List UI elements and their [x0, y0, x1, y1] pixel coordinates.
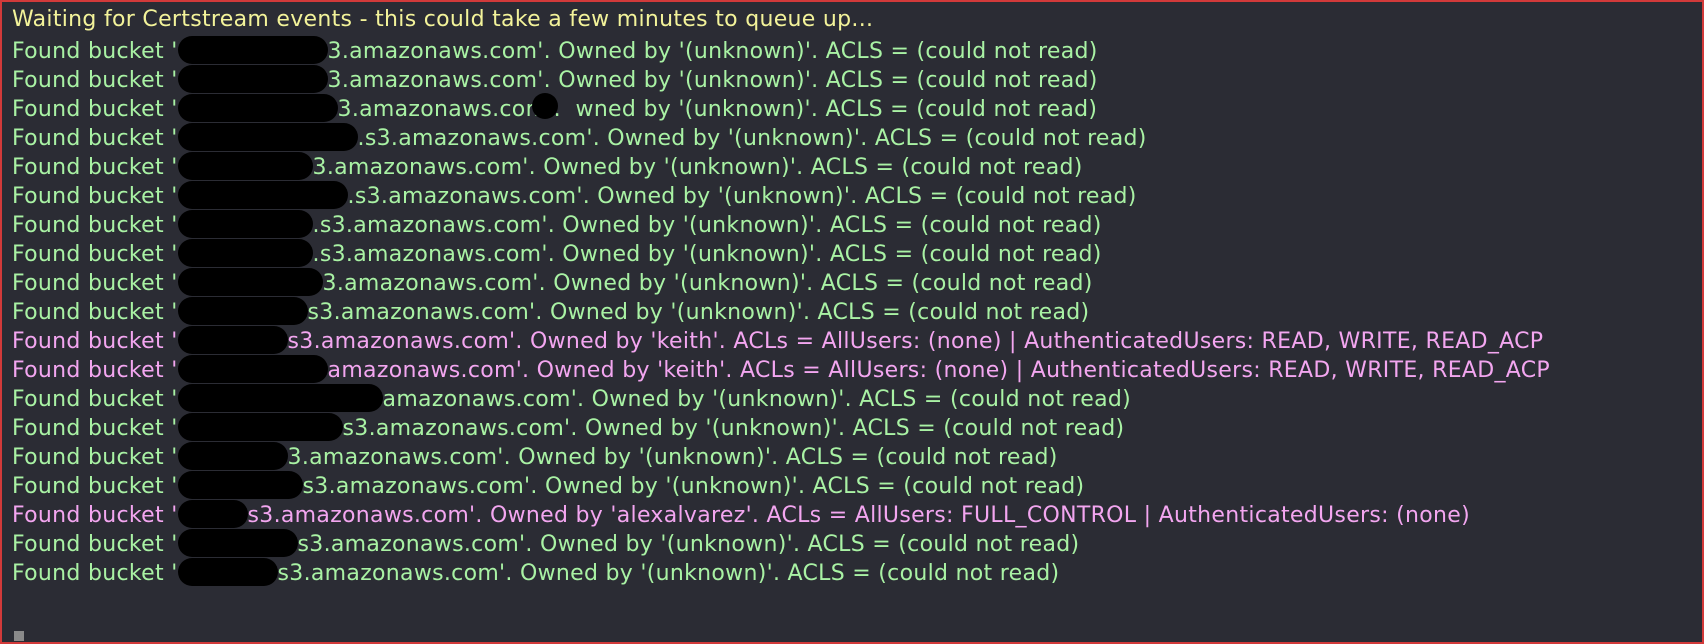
redacted-bucket-name — [177, 296, 308, 325]
log-line: Found bucket ' 3.amazonaws.com'. Owned by… — [12, 267, 1093, 300]
redacted-bucket-name — [177, 557, 278, 586]
log-line: Found bucket ' s3.amazonaws.com'. Owned b… — [12, 528, 1080, 561]
log-line-prefix: Found bucket ' — [12, 67, 178, 93]
log-line-prefix: Found bucket ' — [12, 386, 178, 412]
log-line: Found bucket ' s3.amazonaws.com'. Owned b… — [12, 325, 1544, 358]
log-line: Found bucket ' .s3.amazonaws.com'. Owned … — [12, 209, 1102, 242]
redacted-bucket-name — [177, 441, 288, 470]
log-line: Found bucket ' 3.amazonaws.com'. Owned by… — [12, 151, 1083, 184]
log-line: Found bucket ' 3.amazonaws.com'. Owned by… — [12, 441, 1058, 474]
redaction-blob — [532, 93, 558, 119]
redacted-bucket-name — [177, 412, 343, 441]
log-line-suffix: s3.amazonaws.com'. Owned by '(unknown)'.… — [277, 560, 1060, 586]
log-line-suffix: s3.amazonaws.com'. Owned by '(unknown)'.… — [302, 473, 1085, 499]
log-line: Found bucket ' .s3.amazonaws.com'. Owned … — [12, 238, 1102, 271]
log-line: Found bucket ' .s3.amazonaws.com'. Owned … — [12, 122, 1147, 155]
log-line-prefix: Found bucket ' — [12, 357, 178, 383]
log-line: Found bucket ' 3.amazonaws.com'. Owned by… — [12, 64, 1098, 97]
log-line-suffix: s3.amazonaws.com'. Owned by '(unknown)'.… — [342, 415, 1125, 441]
log-line: Found bucket ' s3.amazonaws.com'. Owned b… — [12, 470, 1085, 503]
log-line: Found bucket ' s3.amazonaws.com'. Owned b… — [12, 499, 1470, 532]
log-line-prefix: Found bucket ' — [12, 96, 178, 122]
log-line-suffix: s3.amazonaws.com'. Owned by '(unknown)'.… — [307, 299, 1090, 325]
log-line-prefix: Found bucket ' — [12, 212, 178, 238]
log-line-suffix: .s3.amazonaws.com'. Owned by '(unknown)'… — [312, 212, 1102, 238]
redacted-bucket-name — [177, 499, 248, 528]
log-line-prefix: Found bucket ' — [12, 444, 178, 470]
log-line-prefix: Found bucket ' — [12, 154, 178, 180]
log-line-prefix: Found bucket ' — [12, 502, 178, 528]
log-line-suffix: .s3.amazonaws.com'. Owned by '(unknown)'… — [357, 125, 1147, 151]
log-line-suffix: 3.amazonaws.com'. Owned by '(unknown)'. … — [287, 444, 1058, 470]
log-line-suffix: 3.amazonaws.com'. Owned by '(unknown)'. … — [312, 154, 1083, 180]
log-line: Found bucket ' amazonaws.com'. Owned by '… — [12, 383, 1132, 416]
log-line: Found bucket ' .s3.amazonaws.com'. Owned … — [12, 180, 1137, 213]
redacted-bucket-name — [177, 528, 298, 557]
log-line-suffix: s3.amazonaws.com'. Owned by 'keith'. ACL… — [287, 328, 1544, 354]
redacted-bucket-name — [177, 93, 338, 122]
redacted-bucket-name — [177, 180, 348, 209]
log-line: Found bucket ' 3.amazonaws.com'. Owned by… — [12, 35, 1098, 68]
log-line-suffix: s3.amazonaws.com'. Owned by 'alexalvarez… — [247, 502, 1470, 528]
log-line-suffix: 3.amazonaws.com'. wned by '(unknown)'. A… — [337, 96, 1098, 122]
redacted-bucket-name — [177, 64, 328, 93]
log-line: Found bucket ' amazonaws.com'. Owned by '… — [12, 354, 1550, 387]
log-line-suffix: .s3.amazonaws.com'. Owned by '(unknown)'… — [347, 183, 1137, 209]
log-line-prefix: Found bucket ' — [12, 328, 178, 354]
log-line-prefix: Found bucket ' — [12, 38, 178, 64]
redacted-bucket-name — [177, 325, 288, 354]
log-line: Found bucket ' s3.amazonaws.com'. Owned b… — [12, 296, 1090, 329]
log-line-suffix: amazonaws.com'. Owned by 'keith'. ACLs =… — [327, 357, 1550, 383]
redacted-bucket-name — [177, 122, 358, 151]
log-line-prefix: Found bucket ' — [12, 270, 178, 296]
log-line-prefix: Found bucket ' — [12, 125, 178, 151]
redacted-bucket-name — [177, 383, 383, 412]
log-line-prefix: Found bucket ' — [12, 299, 178, 325]
log-line-prefix: Found bucket ' — [12, 241, 178, 267]
redacted-bucket-name — [177, 209, 313, 238]
log-line: Found bucket ' s3.amazonaws.com'. Owned b… — [12, 412, 1125, 445]
log-line-suffix: 3.amazonaws.com'. Owned by '(unknown)'. … — [322, 270, 1093, 296]
log-line-suffix: s3.amazonaws.com'. Owned by '(unknown)'.… — [297, 531, 1080, 557]
log-line-suffix: amazonaws.com'. Owned by '(unknown)'. AC… — [382, 386, 1132, 412]
terminal-cursor — [14, 631, 24, 641]
log-line-suffix: .s3.amazonaws.com'. Owned by '(unknown)'… — [312, 241, 1102, 267]
log-line-prefix: Found bucket ' — [12, 415, 178, 441]
redacted-bucket-name — [177, 238, 313, 267]
redacted-bucket-name — [177, 354, 328, 383]
redacted-bucket-name — [177, 470, 303, 499]
status-line: Waiting for Certstream events - this cou… — [12, 7, 874, 32]
log-line-prefix: Found bucket ' — [12, 183, 178, 209]
redacted-bucket-name — [177, 35, 328, 64]
terminal-window[interactable]: Waiting for Certstream events - this cou… — [0, 0, 1704, 644]
log-line: Found bucket ' s3.amazonaws.com'. Owned b… — [12, 557, 1060, 590]
log-line-prefix: Found bucket ' — [12, 560, 178, 586]
log-line-suffix: 3.amazonaws.com'. Owned by '(unknown)'. … — [327, 38, 1098, 64]
log-line-prefix: Found bucket ' — [12, 473, 178, 499]
log-line-prefix: Found bucket ' — [12, 531, 178, 557]
redacted-bucket-name — [177, 151, 313, 180]
redacted-bucket-name — [177, 267, 323, 296]
log-line-suffix: 3.amazonaws.com'. Owned by '(unknown)'. … — [327, 67, 1098, 93]
